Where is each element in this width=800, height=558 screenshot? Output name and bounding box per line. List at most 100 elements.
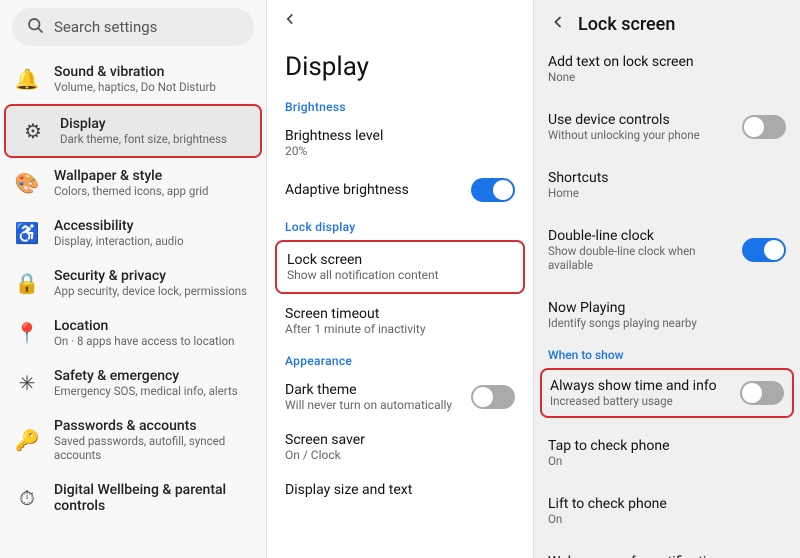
sidebar-item-wellbeing-title: Digital Wellbeing & parental controls xyxy=(54,482,252,514)
wake-screen-title: Wake screen for notifications xyxy=(548,554,742,558)
setting-dark-theme[interactable]: Dark theme Will never turn on automatica… xyxy=(267,372,533,422)
device-controls-toggle[interactable] xyxy=(742,115,786,139)
location-icon: 📍 xyxy=(14,320,40,346)
sidebar-item-wallpaper-subtitle: Colors, themed icons, app grid xyxy=(54,184,209,198)
setting-screen-saver[interactable]: Screen saver On / Clock xyxy=(267,422,533,472)
screen-timeout-title: Screen timeout xyxy=(285,306,426,322)
sound-icon: 🔔 xyxy=(14,66,40,92)
left-panel: Search settings 🔔 Sound & vibration Volu… xyxy=(0,0,267,558)
screen-saver-sub: On / Clock xyxy=(285,448,365,462)
sidebar-item-security[interactable]: 🔒 Security & privacy App security, devic… xyxy=(0,258,266,308)
middle-back-button[interactable] xyxy=(267,0,533,34)
section-label-lock-display: Lock display xyxy=(267,212,533,238)
wellbeing-icon: ⏱ xyxy=(14,485,40,511)
lift-check-title: Lift to check phone xyxy=(548,496,667,512)
sidebar-item-passwords-title: Passwords & accounts xyxy=(54,418,252,434)
sidebar-item-security-subtitle: App security, device lock, permissions xyxy=(54,284,247,298)
sidebar-item-location-title: Location xyxy=(54,318,234,334)
always-show-sub: Increased battery usage xyxy=(550,394,717,408)
device-controls-title: Use device controls xyxy=(548,112,700,128)
setting-adaptive-brightness[interactable]: Adaptive brightness xyxy=(267,168,533,212)
right-panel: Lock screen Add text on lock screen None… xyxy=(534,0,800,558)
safety-icon: ✳ xyxy=(14,370,40,396)
search-icon xyxy=(26,16,44,38)
sidebar-item-sound-title: Sound & vibration xyxy=(54,64,216,80)
setting-brightness-level[interactable]: Brightness level 20% xyxy=(267,118,533,168)
dark-theme-title: Dark theme xyxy=(285,382,452,398)
passwords-icon: 🔑 xyxy=(14,427,40,453)
sidebar-item-security-title: Security & privacy xyxy=(54,268,247,284)
right-back-button[interactable] xyxy=(548,12,568,36)
sidebar-item-accessibility[interactable]: ♿ Accessibility Display, interaction, au… xyxy=(0,208,266,258)
screen-saver-title: Screen saver xyxy=(285,432,365,448)
brightness-level-title: Brightness level xyxy=(285,128,383,144)
adaptive-brightness-toggle[interactable] xyxy=(471,178,515,202)
right-setting-double-line[interactable]: Double-line clock Show double-line clock… xyxy=(534,218,800,282)
sidebar-item-wellbeing[interactable]: ⏱ Digital Wellbeing & parental controls xyxy=(0,472,266,524)
wallpaper-icon: 🎨 xyxy=(14,170,40,196)
brightness-level-sub: 20% xyxy=(285,144,383,158)
section-label-when-to-show: When to show xyxy=(534,340,800,366)
dark-theme-toggle[interactable] xyxy=(471,385,515,409)
dark-theme-sub: Will never turn on automatically xyxy=(285,398,452,412)
search-bar[interactable]: Search settings xyxy=(12,8,254,46)
middle-panel-title: Display xyxy=(267,34,533,92)
sidebar-item-passwords[interactable]: 🔑 Passwords & accounts Saved passwords, … xyxy=(0,408,266,472)
screen-timeout-sub: After 1 minute of inactivity xyxy=(285,322,426,336)
search-input-label: Search settings xyxy=(54,18,157,36)
now-playing-title: Now Playing xyxy=(548,300,697,316)
adaptive-brightness-title: Adaptive brightness xyxy=(285,182,409,198)
sidebar-item-display-subtitle: Dark theme, font size, brightness xyxy=(60,132,227,146)
sidebar-item-safety-subtitle: Emergency SOS, medical info, alerts xyxy=(54,384,238,398)
shortcuts-title: Shortcuts xyxy=(548,170,609,186)
double-line-toggle[interactable] xyxy=(742,238,786,262)
right-setting-tap-check[interactable]: Tap to check phone On xyxy=(534,428,800,478)
right-setting-lift-check[interactable]: Lift to check phone On xyxy=(534,486,800,536)
always-show-title: Always show time and info xyxy=(550,378,717,394)
right-setting-device-controls[interactable]: Use device controls Without unlocking yo… xyxy=(534,102,800,152)
right-setting-shortcuts[interactable]: Shortcuts Home xyxy=(534,160,800,210)
middle-panel: Display Brightness Brightness level 20% … xyxy=(267,0,534,558)
lift-check-sub: On xyxy=(548,512,667,526)
setting-display-size[interactable]: Display size and text xyxy=(267,472,533,508)
sidebar-item-display-title: Display xyxy=(60,116,227,132)
nav-list: 🔔 Sound & vibration Volume, haptics, Do … xyxy=(0,54,266,558)
sidebar-item-sound[interactable]: 🔔 Sound & vibration Volume, haptics, Do … xyxy=(0,54,266,104)
accessibility-icon: ♿ xyxy=(14,220,40,246)
right-panel-title: Lock screen xyxy=(578,14,675,35)
device-controls-sub: Without unlocking your phone xyxy=(548,128,700,142)
sidebar-item-accessibility-title: Accessibility xyxy=(54,218,184,234)
lock-screen-sub: Show all notification content xyxy=(287,268,439,282)
section-label-appearance: Appearance xyxy=(267,346,533,372)
shortcuts-sub: Home xyxy=(548,186,609,200)
double-line-sub: Show double-line clock when available xyxy=(548,244,742,272)
right-setting-now-playing[interactable]: Now Playing Identify songs playing nearb… xyxy=(534,290,800,340)
sidebar-item-location-subtitle: On · 8 apps have access to location xyxy=(54,334,234,348)
right-setting-add-text[interactable]: Add text on lock screen None xyxy=(534,44,800,94)
always-show-toggle[interactable] xyxy=(740,381,784,405)
sidebar-item-safety-title: Safety & emergency xyxy=(54,368,238,384)
sidebar-item-wallpaper[interactable]: 🎨 Wallpaper & style Colors, themed icons… xyxy=(0,158,266,208)
sidebar-item-wallpaper-title: Wallpaper & style xyxy=(54,168,209,184)
setting-lock-screen[interactable]: Lock screen Show all notification conten… xyxy=(275,240,525,294)
section-label-brightness: Brightness xyxy=(267,92,533,118)
tap-check-sub: On xyxy=(548,454,670,468)
add-text-sub: None xyxy=(548,70,694,84)
sidebar-item-location[interactable]: 📍 Location On · 8 apps have access to lo… xyxy=(0,308,266,358)
right-panel-header: Lock screen xyxy=(534,0,800,44)
tap-check-title: Tap to check phone xyxy=(548,438,670,454)
sidebar-item-display[interactable]: ⚙ Display Dark theme, font size, brightn… xyxy=(4,104,262,158)
security-icon: 🔒 xyxy=(14,270,40,296)
right-setting-wake-screen[interactable]: Wake screen for notifications When scree… xyxy=(534,544,800,558)
setting-screen-timeout[interactable]: Screen timeout After 1 minute of inactiv… xyxy=(267,296,533,346)
now-playing-sub: Identify songs playing nearby xyxy=(548,316,697,330)
sidebar-item-accessibility-subtitle: Display, interaction, audio xyxy=(54,234,184,248)
right-setting-always-show[interactable]: Always show time and info Increased batt… xyxy=(540,368,794,418)
double-line-title: Double-line clock xyxy=(548,228,742,244)
display-size-title: Display size and text xyxy=(285,482,412,498)
sidebar-item-sound-subtitle: Volume, haptics, Do Not Disturb xyxy=(54,80,216,94)
sidebar-item-safety[interactable]: ✳ Safety & emergency Emergency SOS, medi… xyxy=(0,358,266,408)
lock-screen-title: Lock screen xyxy=(287,252,439,268)
display-icon: ⚙ xyxy=(20,118,46,144)
sidebar-item-passwords-subtitle: Saved passwords, autofill, synced accoun… xyxy=(54,434,252,462)
